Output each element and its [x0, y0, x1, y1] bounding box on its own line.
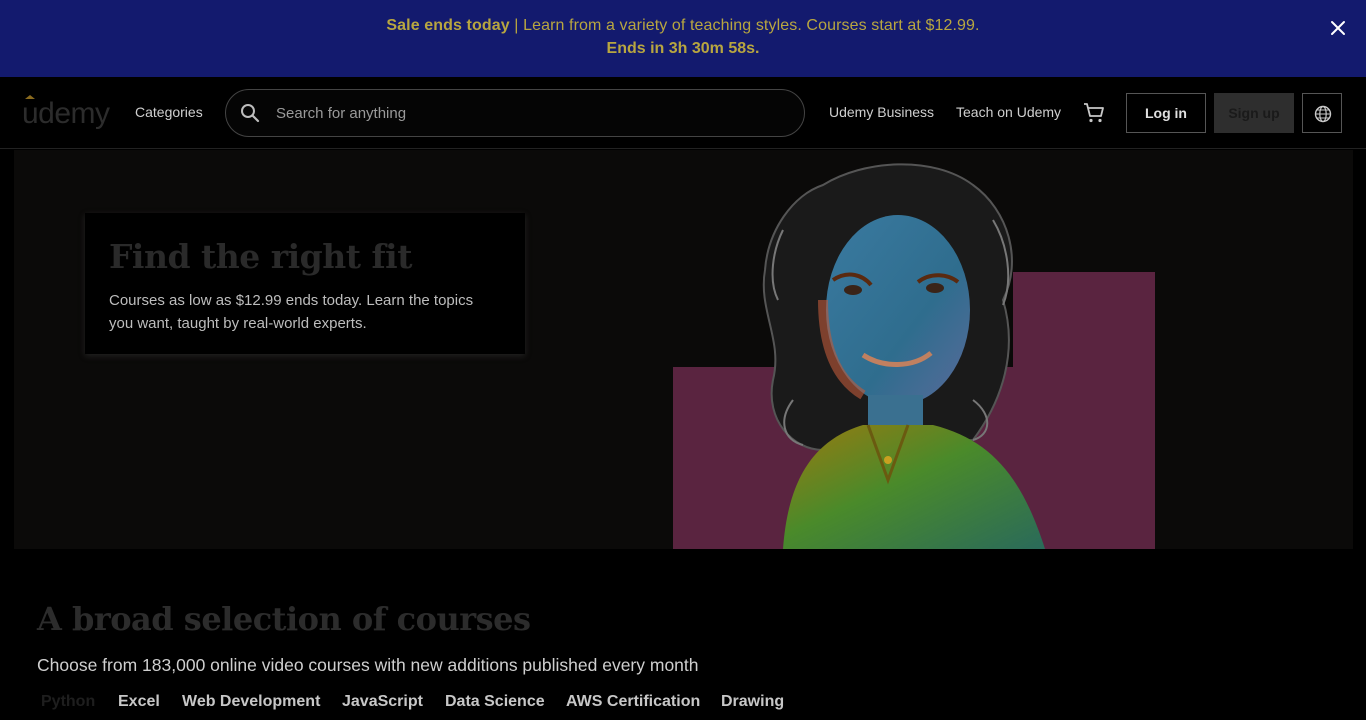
- search-icon[interactable]: [240, 103, 260, 123]
- signup-button[interactable]: Sign up: [1214, 93, 1294, 133]
- hero-subtitle: Courses as low as $12.99 ends today. Lea…: [109, 292, 474, 332]
- globe-icon: [1314, 105, 1332, 123]
- banner-headline: Sale ends today: [386, 17, 510, 34]
- language-button[interactable]: [1302, 93, 1342, 133]
- banner-countdown: Ends in 3h 30m 58s.: [606, 40, 760, 57]
- login-button[interactable]: Log in: [1126, 93, 1206, 133]
- banner-message: Sale ends today | Learn from a variety o…: [0, 17, 1366, 35]
- search-bar[interactable]: [225, 89, 805, 137]
- tab-data-science[interactable]: Data Science: [445, 693, 545, 711]
- udemy-logo[interactable]: udemy: [22, 93, 118, 133]
- search-input[interactable]: [276, 90, 776, 136]
- teach-on-udemy-link[interactable]: Teach on Udemy: [956, 104, 1061, 120]
- section-subtitle: Choose from 183,000 online video courses…: [37, 655, 699, 675]
- top-header: udemy Categories Udemy Business Teach on…: [0, 77, 1366, 149]
- banner-text: | Learn from a variety of teaching style…: [509, 17, 980, 34]
- close-icon[interactable]: [1328, 18, 1348, 38]
- tab-javascript[interactable]: JavaScript: [342, 693, 423, 711]
- promo-banner: Sale ends today | Learn from a variety o…: [0, 0, 1366, 77]
- tab-excel[interactable]: Excel: [118, 693, 160, 711]
- categories-menu[interactable]: Categories: [135, 104, 203, 120]
- hero-card: Find the right fit Courses as low as $12…: [85, 213, 525, 354]
- tab-web-development[interactable]: Web Development: [182, 693, 320, 711]
- cart-icon[interactable]: [1082, 101, 1106, 125]
- hero-section: Find the right fit Courses as low as $12…: [14, 150, 1353, 549]
- tab-drawing[interactable]: Drawing: [721, 693, 784, 711]
- section-title: A broad selection of courses: [37, 600, 531, 638]
- udemy-business-link[interactable]: Udemy Business: [829, 104, 934, 120]
- tab-python[interactable]: Python: [41, 693, 95, 711]
- tab-aws-certification[interactable]: AWS Certification: [566, 693, 700, 711]
- hero-illustration: [673, 163, 1155, 549]
- hero-title: Find the right fit: [109, 237, 412, 276]
- logo-text: udemy: [22, 97, 110, 130]
